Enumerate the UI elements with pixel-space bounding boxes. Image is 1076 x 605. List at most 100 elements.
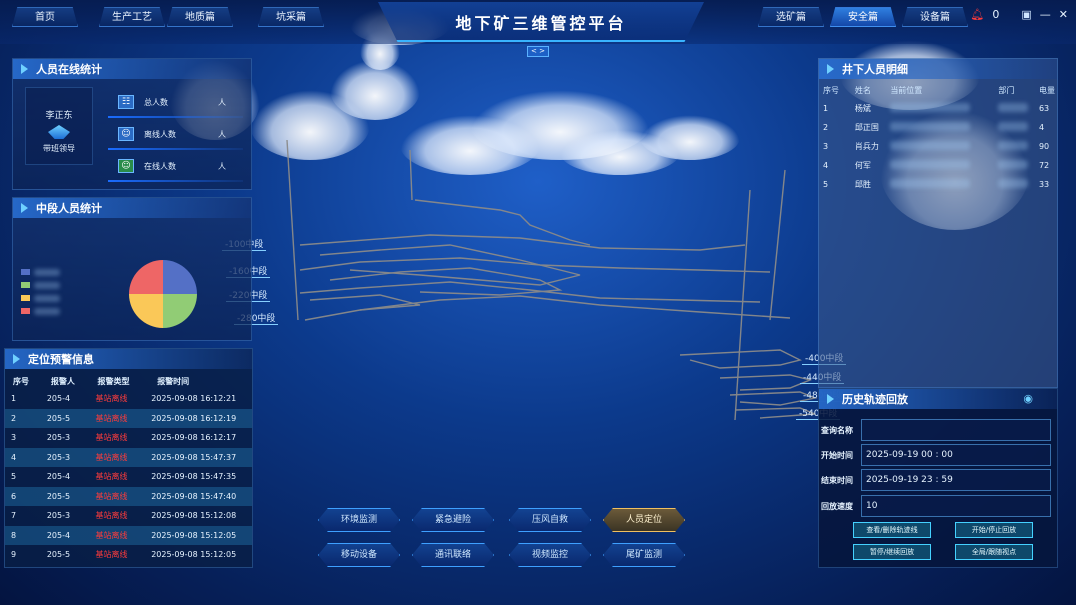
collapse-toggle-button[interactable]: < > xyxy=(527,46,549,57)
communication-button[interactable]: 通讯联络 xyxy=(412,543,494,567)
triangle-icon xyxy=(827,64,834,74)
pause-resume-button[interactable]: 暂停/继续回放 xyxy=(853,544,931,560)
warning-panel: 定位预警信息 序号 报警人 报警类型 报警时间 1 205-4 基站离线 2025-09-0… xyxy=(4,348,253,568)
query-row: 查询名称 xyxy=(819,419,1055,441)
warning-time: 2025-09-08 15:12:08 xyxy=(151,511,237,521)
start-stop-playback-button[interactable]: 开始/停止回放 xyxy=(955,522,1033,538)
user-online-icon: ☺ xyxy=(118,159,134,173)
detail-index: 4 xyxy=(823,161,829,170)
playback-panel: 历史轨迹回放 ◉ 查询名称 开始时间 2025-09-19 00 : 00 结束… xyxy=(818,388,1058,568)
pie-slice[interactable] xyxy=(163,294,197,328)
nav-geology[interactable]: 地质篇 xyxy=(167,7,233,27)
detail-battery: 63 xyxy=(1038,104,1050,113)
detail-row[interactable]: 2 邱正国 4 xyxy=(819,118,1057,137)
detail-name: 邱正国 xyxy=(854,123,879,132)
detail-row[interactable]: 4 何军 72 xyxy=(819,156,1057,175)
warning-row[interactable]: 9 205-5 基站离线 2025-09-08 15:12:05 xyxy=(5,545,252,565)
leader-card: 李正东 带班领导 xyxy=(25,87,93,165)
warning-person: 205-5 xyxy=(46,550,71,560)
warning-person: 205-4 xyxy=(46,472,71,482)
warning-person: 205-3 xyxy=(46,433,71,443)
pie-slice[interactable] xyxy=(129,260,163,294)
level-pie-chart xyxy=(129,260,197,328)
global-follow-view-button[interactable]: 全局/跟随视点 xyxy=(955,544,1033,560)
detail-col-header: 姓名 xyxy=(854,85,871,95)
title-box: 地下矿三维管控平台 xyxy=(378,2,704,42)
close-icon[interactable]: ✕ xyxy=(1059,8,1068,21)
view-delete-track-button[interactable]: 查看/删除轨迹线 xyxy=(853,522,931,538)
warning-col-header: 报警时间 xyxy=(157,376,190,386)
nav-safety[interactable]: 安全篇 xyxy=(830,7,896,27)
eye-icon[interactable]: ◉ xyxy=(1023,392,1033,405)
mobile-equipment-button[interactable]: 移动设备 xyxy=(318,543,400,567)
warning-row[interactable]: 8 205-4 基站离线 2025-09-08 15:12:05 xyxy=(5,525,252,545)
emergency-refuge-button[interactable]: 紧急避险 xyxy=(412,508,494,532)
panel-header: 定位预警信息 xyxy=(5,349,252,369)
detail-row[interactable]: 1 杨斌 63 xyxy=(819,99,1057,118)
detail-col-header: 序号 xyxy=(823,85,839,95)
detail-row[interactable]: 3 肖兵力 90 xyxy=(819,137,1057,156)
personnel-location-button[interactable]: 人员定位 xyxy=(603,508,685,532)
detail-location xyxy=(882,137,978,156)
warning-time: 2025-09-08 16:12:17 xyxy=(151,433,237,443)
panel-header: 历史轨迹回放 ◉ xyxy=(819,389,1057,409)
detail-department xyxy=(978,118,1033,137)
warning-index: 5 xyxy=(11,472,17,482)
legend-item xyxy=(21,279,60,291)
warning-row[interactable]: 6 205-5 基站离线 2025-09-08 15:47:40 xyxy=(5,486,252,506)
detail-battery: 72 xyxy=(1038,161,1050,170)
start-row: 开始时间 2025-09-19 00 : 00 xyxy=(819,444,1055,466)
panel-header: 中段人员统计 xyxy=(13,198,251,218)
triangle-icon xyxy=(13,354,20,364)
warning-type: 基站离线 xyxy=(95,433,128,443)
warning-row[interactable]: 5 205-4 基站离线 2025-09-08 15:47:35 xyxy=(5,467,252,487)
compressed-air-rescue-button[interactable]: 压风自救 xyxy=(509,508,591,532)
warning-index: 1 xyxy=(11,394,17,404)
warning-row[interactable]: 4 205-3 基站离线 2025-09-08 15:47:37 xyxy=(5,447,252,467)
detail-location xyxy=(882,175,978,194)
nav-production[interactable]: 生产工艺 xyxy=(99,7,165,27)
pie-slice[interactable] xyxy=(163,260,197,294)
start-time-input[interactable]: 2025-09-19 00 : 00 xyxy=(861,444,1051,466)
end-time-input[interactable]: 2025-09-19 23 : 59 xyxy=(861,469,1051,491)
level-stats-panel: 中段人员统计 xyxy=(12,197,252,341)
warning-index: 8 xyxy=(5,525,33,545)
warning-col-header: 报警人 xyxy=(50,376,75,386)
detail-location xyxy=(882,99,978,118)
page-title: 地下矿三维管控平台 xyxy=(455,14,627,33)
nav-equipment[interactable]: 设备篇 xyxy=(902,7,968,27)
warning-col-header: 序号 xyxy=(13,376,29,386)
stat-offline: ☺ 离线人数 人 xyxy=(108,125,243,150)
nav-home[interactable]: 首页 xyxy=(12,7,78,27)
env-monitor-button[interactable]: 环境监测 xyxy=(318,508,400,532)
nav-mining[interactable]: 坑采篇 xyxy=(258,7,324,27)
warning-type: 基站离线 xyxy=(95,472,128,482)
nav-beneficiation[interactable]: 选矿篇 xyxy=(758,7,824,27)
detail-department xyxy=(978,175,1033,194)
warning-row[interactable]: 1 205-4 基站离线 2025-09-08 16:12:21 xyxy=(5,389,252,409)
alarm-bell-icon[interactable]: 🔔︎ xyxy=(970,8,984,21)
underground-detail-panel: 井下人员明细 序号 姓名 当前位置 部门 电量 1 杨斌 63 2 邱正国 4 3 肖兵力 90 4 何军 7… xyxy=(818,58,1058,388)
warning-row[interactable]: 2 205-5 基站离线 2025-09-08 16:12:19 xyxy=(5,408,252,428)
screen-icon[interactable]: ▣ xyxy=(1021,8,1031,21)
minimize-icon[interactable]: — xyxy=(1040,8,1051,21)
pie-slice[interactable] xyxy=(129,294,163,328)
warning-person: 205-3 xyxy=(46,511,71,521)
warning-col-header: 报警类型 xyxy=(97,376,130,386)
warning-row[interactable]: 3 205-3 基站离线 2025-09-08 16:12:17 xyxy=(5,428,252,448)
warning-type: 基站离线 xyxy=(81,447,138,467)
video-monitor-button[interactable]: 视频监控 xyxy=(509,543,591,567)
warning-row[interactable]: 7 205-3 基站离线 2025-09-08 15:12:08 xyxy=(5,506,252,526)
triangle-icon xyxy=(21,203,28,213)
warning-index: 7 xyxy=(11,511,17,521)
leader-role: 带班领导 xyxy=(43,144,75,153)
leader-name: 李正东 xyxy=(45,111,73,121)
warning-time: 2025-09-08 15:47:37 xyxy=(137,447,252,467)
speed-input[interactable]: 10 xyxy=(861,495,1051,517)
pie-legend xyxy=(21,266,60,318)
warning-time: 2025-09-08 16:12:21 xyxy=(151,394,237,404)
tailings-monitor-button[interactable]: 尾矿监测 xyxy=(603,543,685,567)
warning-type: 基站离线 xyxy=(95,511,128,521)
detail-row[interactable]: 5 邱胜 33 xyxy=(819,175,1057,194)
query-name-input[interactable] xyxy=(861,419,1051,441)
